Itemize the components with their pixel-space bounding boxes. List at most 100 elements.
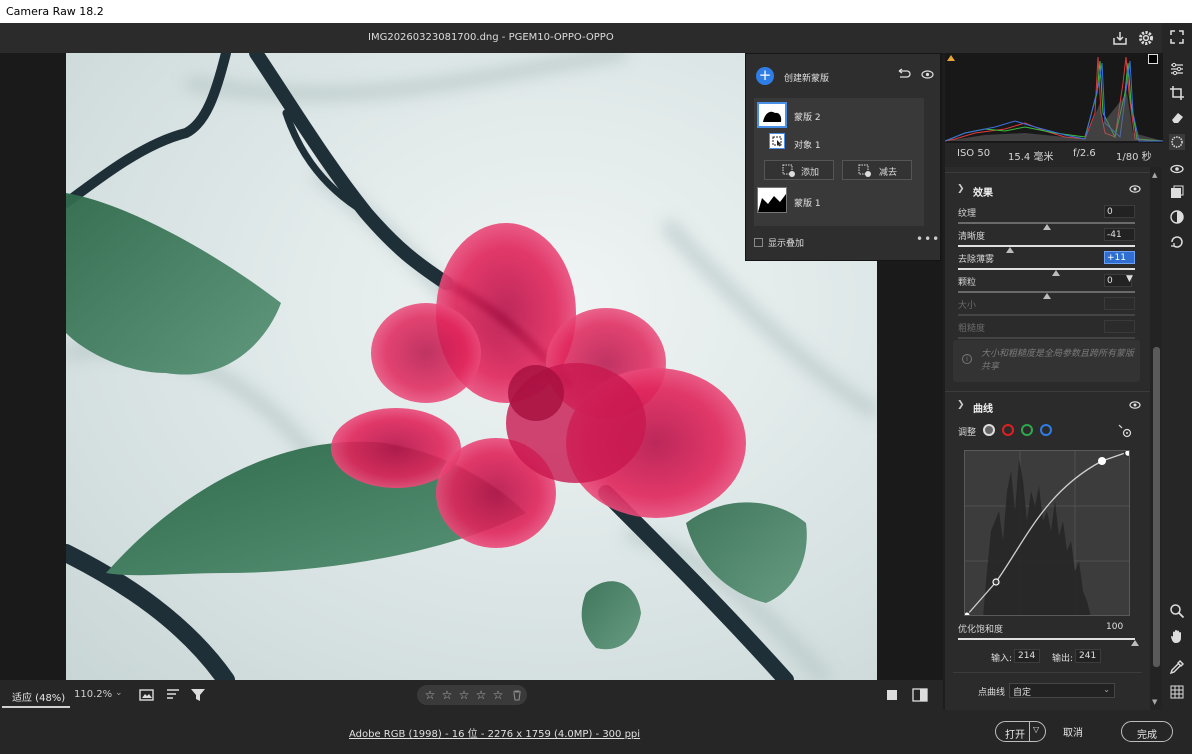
show-overlay-label: 显示叠加 [768,239,805,249]
exif-info: ISO 50 15.4 毫米 f/2.6 1/80 秒 [945,143,1163,167]
canvas-gutter-left [0,53,66,680]
rating-star-1[interactable]: ☆ [423,688,437,702]
chevron-down-icon: ❯ [957,400,965,410]
refine-saturation-slider-thumb[interactable] [1131,640,1139,646]
workflow-options-link[interactable]: Adobe RGB (1998) - 16 位 - 2276 x 1759 (4… [349,725,640,740]
dehaze-value-field[interactable]: +11 [1104,251,1135,264]
curve-channel-green-button[interactable] [1021,424,1033,436]
open-button[interactable]: 打开 ▽ [995,721,1046,742]
curve-channel-blue-button[interactable] [1040,424,1052,436]
hand-icon[interactable] [1169,628,1185,644]
texture-value-field[interactable]: 0 [1104,205,1135,218]
refine-saturation-label: 优化饱和度 [958,625,1004,635]
edit-sliders-icon[interactable] [1169,61,1185,77]
chevron-down-icon: ❯ [957,184,965,194]
eyedropper-icon[interactable] [1169,659,1185,675]
object-1-label[interactable]: 对象 1 [794,138,821,151]
reset-mask-icon[interactable] [897,68,911,80]
mask-2-thumbnail[interactable] [757,102,787,128]
layers-preset-icon[interactable] [1169,185,1185,201]
shadow-clipping-warning-icon[interactable] [947,55,955,61]
red-eye-icon[interactable] [1169,161,1185,177]
texture-slider-thumb[interactable] [1042,224,1051,230]
rating-star-2[interactable]: ☆ [440,688,454,702]
scroll-down-icon[interactable]: ▼ [1152,698,1157,706]
curve-visibility-eye-icon[interactable] [1129,401,1141,409]
edit-panel-scrollbar[interactable]: ▲ ▼ [1150,167,1162,710]
exif-shutter: 1/80 秒 [1116,152,1152,163]
filter-icon[interactable] [190,687,206,703]
before-after-icon[interactable] [912,687,928,703]
grid-icon[interactable] [1169,684,1185,700]
tone-curve-graph[interactable] [964,450,1130,616]
curve-title: 曲线 [973,404,993,415]
rating-star-3[interactable]: ☆ [457,688,471,702]
footer-bar: Adobe RGB (1998) - 16 位 - 2276 x 1759 (4… [0,710,1192,754]
show-overlay-checkbox[interactable] [754,238,763,247]
mask-visibility-eye-icon[interactable] [921,70,934,79]
clarity-slider-track[interactable] [958,245,1135,247]
edit-panel: ❯ 效果 纹理 0 清晰度 -41 去除薄雾 +11 颗粒 0 ▼ 大小 粗糙度… [945,167,1150,710]
exif-focal-length: 15.4 毫米 [1008,152,1054,163]
highlight-clipping-warning-icon[interactable] [1148,54,1158,64]
eraser-heal-icon[interactable] [1169,109,1185,125]
trash-icon[interactable] [512,689,522,701]
crop-icon[interactable] [1169,85,1185,101]
tool-strip [1162,23,1192,710]
size-label: 大小 [958,301,977,311]
effects-section-header[interactable]: ❯ 效果 [945,179,1150,203]
subtract-from-mask-button[interactable]: 减去 [842,160,912,180]
targeted-adjustment-icon[interactable] [1118,424,1132,438]
zoom-fit-button[interactable]: 适应 (48%) [2,682,70,708]
file-name: IMG20260323081700.dng - PGEM10-OPPO-OPPO [368,32,614,43]
curve-channel-rgb-button[interactable] [983,424,995,436]
refine-saturation-value[interactable]: 100 [1106,622,1123,632]
masking-icon[interactable] [1169,134,1185,150]
create-new-mask-button[interactable]: + [756,67,774,85]
curve-output-label: 输出: [1052,654,1074,664]
preview-options-icon[interactable] [139,687,155,703]
zoom-percent-button[interactable]: 110.2% [74,689,112,700]
cancel-button[interactable]: 取消 [1063,724,1083,739]
effects-visibility-eye-icon[interactable] [1129,185,1141,193]
curve-output-field[interactable]: 241 [1075,649,1101,663]
curve-channel-red-button[interactable] [1002,424,1014,436]
rating-star-5[interactable]: ☆ [491,688,505,702]
grain-slider-thumb[interactable] [1042,293,1051,299]
roughness-label: 粗糙度 [958,324,986,334]
zoom-icon[interactable] [1169,603,1185,619]
refine-saturation-slider-track[interactable] [958,638,1135,640]
add-to-mask-label: 添加 [801,168,820,178]
window-title: Camera Raw 18.2 [6,5,104,18]
rating-star-4[interactable]: ☆ [474,688,488,702]
mask-1-thumbnail[interactable] [757,187,787,213]
snapshot-icon[interactable] [1169,234,1185,250]
settings-gear-icon[interactable] [1137,29,1155,47]
zoom-dropdown-chevron-icon[interactable]: ⌄ [115,688,123,698]
curve-section-header[interactable]: ❯ 曲线 [945,395,1150,419]
grain-expand-icon[interactable]: ▼ [1126,274,1133,284]
clarity-slider-thumb[interactable] [1006,247,1015,253]
color-mix-icon[interactable] [1169,209,1185,225]
add-to-mask-button[interactable]: 添加 [764,160,834,180]
clarity-label: 清晰度 [958,232,986,242]
dehaze-slider-track[interactable] [958,268,1135,270]
size-value-field [1104,297,1135,310]
sort-icon[interactable] [166,687,182,703]
clarity-value-field[interactable]: -41 [1104,228,1135,241]
point-curve-dropdown[interactable]: 自定 ⌄ [1009,683,1115,698]
open-dropdown-chevron-icon[interactable]: ▽ [1033,725,1039,734]
curve-input-field[interactable]: 214 [1014,649,1040,663]
point-curve-value: 自定 [1013,688,1032,698]
done-button[interactable]: 完成 [1121,721,1173,742]
toggle-overlay-icon[interactable] [884,687,900,703]
mask-2-label[interactable]: 蒙版 2 [794,110,821,123]
object-1-icon[interactable] [769,133,785,149]
scrollbar-thumb[interactable] [1153,347,1160,667]
fullscreen-icon[interactable] [1169,29,1185,45]
save-icon[interactable] [1111,29,1129,47]
mask-1-label[interactable]: 蒙版 1 [794,196,821,209]
scroll-up-icon[interactable]: ▲ [1152,171,1157,179]
more-options-icon[interactable]: ••• [916,232,940,246]
dehaze-slider-thumb[interactable] [1052,270,1061,276]
